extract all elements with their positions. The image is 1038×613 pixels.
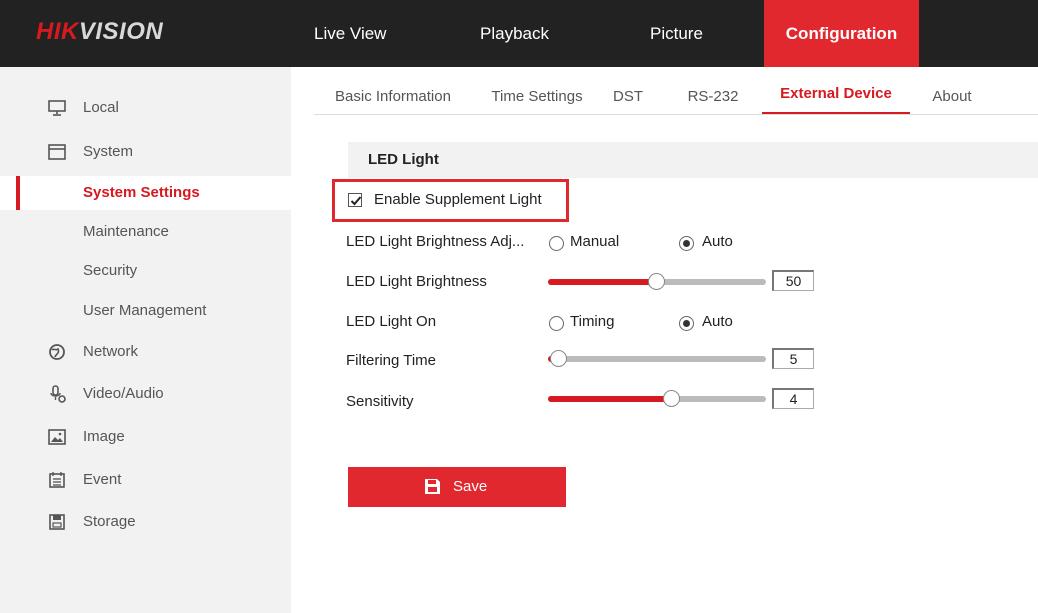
nav-live-view[interactable]: Live View <box>314 0 414 67</box>
tab-external-device[interactable]: External Device <box>762 80 910 115</box>
sidebar-item-label: System <box>83 143 134 160</box>
section-header: LED Light <box>348 142 1038 178</box>
window-icon <box>48 144 66 160</box>
nav-picture[interactable]: Picture <box>650 0 730 67</box>
sidebar-item-user-management[interactable]: User Management <box>0 294 291 328</box>
slider-knob[interactable] <box>663 390 680 407</box>
sidebar-item-network[interactable]: Network <box>0 335 291 369</box>
filtering-time-value[interactable]: 5 <box>772 348 814 369</box>
tab-dst[interactable]: DST <box>604 80 652 114</box>
storage-icon <box>49 514 65 530</box>
sensitivity-slider[interactable] <box>548 390 766 407</box>
led-brightness-slider[interactable] <box>548 273 766 290</box>
tab-about[interactable]: About <box>924 80 980 114</box>
filtering-time-slider[interactable] <box>548 350 766 367</box>
brightness-adj-auto-radio[interactable] <box>679 236 694 251</box>
led-brightness-label: LED Light Brightness <box>346 273 487 290</box>
sidebar-item-label: Image <box>83 428 125 445</box>
led-on-timing-label: Timing <box>570 313 615 330</box>
filtering-time-label: Filtering Time <box>346 352 437 369</box>
enable-supplement-light-checkbox[interactable] <box>348 193 362 207</box>
slider-fill <box>548 279 657 285</box>
slider-fill <box>548 396 672 402</box>
sidebar-item-local[interactable]: Local <box>0 91 291 125</box>
led-brightness-value[interactable]: 50 <box>772 270 814 291</box>
sidebar-item-event[interactable]: Event <box>0 463 291 497</box>
sidebar-item-label: Security <box>83 262 138 279</box>
sensitivity-value[interactable]: 4 <box>772 388 814 409</box>
brightness-adj-manual-radio[interactable] <box>549 236 564 251</box>
tabs-divider <box>314 114 1038 115</box>
tab-basic-information[interactable]: Basic Information <box>326 80 460 114</box>
globe-icon <box>49 344 65 360</box>
brightness-adjustment-label: LED Light Brightness Adj... <box>346 233 525 250</box>
sidebar-item-label: Video/Audio <box>83 385 164 402</box>
tab-time-settings[interactable]: Time Settings <box>484 80 590 114</box>
microphone-icon <box>50 385 66 403</box>
sidebar-item-security[interactable]: Security <box>0 254 291 288</box>
save-icon <box>425 479 440 494</box>
hikvision-logo: HIKVISION <box>36 18 163 46</box>
sidebar-item-label: System Settings <box>83 184 200 201</box>
sensitivity-label: Sensitivity <box>346 393 414 410</box>
checkmark-icon <box>350 196 362 206</box>
led-on-auto-radio[interactable] <box>679 316 694 331</box>
logo-part2: VISION <box>78 18 164 45</box>
nav-configuration[interactable]: Configuration <box>764 0 919 67</box>
calendar-icon <box>49 472 65 488</box>
sidebar-item-label: User Management <box>83 302 207 319</box>
logo-part1: HIK <box>36 18 79 45</box>
led-on-auto-label: Auto <box>702 313 733 330</box>
led-on-timing-radio[interactable] <box>549 316 564 331</box>
sidebar-item-label: Event <box>83 471 122 488</box>
slider-knob[interactable] <box>550 350 567 367</box>
section-title: LED Light <box>368 151 439 168</box>
save-button[interactable]: Save <box>348 467 566 507</box>
tab-rs-232[interactable]: RS-232 <box>680 80 746 114</box>
top-bar: HIKVISION Live View Playback Picture Con… <box>0 0 1038 67</box>
enable-supplement-light-label: Enable Supplement Light <box>374 191 542 208</box>
save-button-label: Save <box>453 478 488 495</box>
led-light-on-label: LED Light On <box>346 313 437 330</box>
nav-playback[interactable]: Playback <box>480 0 580 67</box>
sidebar-item-video-audio[interactable]: Video/Audio <box>0 377 291 411</box>
sidebar-item-label: Maintenance <box>83 223 169 240</box>
sidebar-item-label: Local <box>83 99 119 116</box>
brightness-adj-auto-label: Auto <box>702 233 733 250</box>
sidebar-item-system-settings[interactable]: System Settings <box>0 176 291 210</box>
sidebar-item-system[interactable]: System <box>0 135 291 169</box>
image-icon <box>48 429 66 445</box>
sidebar-item-label: Network <box>83 343 139 360</box>
sidebar-item-storage[interactable]: Storage <box>0 505 291 539</box>
slider-knob[interactable] <box>648 273 665 290</box>
brightness-adj-manual-label: Manual <box>570 233 620 250</box>
sidebar-item-maintenance[interactable]: Maintenance <box>0 215 291 249</box>
monitor-icon <box>48 100 66 116</box>
sidebar-item-image[interactable]: Image <box>0 420 291 454</box>
sidebar-item-label: Storage <box>83 513 136 530</box>
